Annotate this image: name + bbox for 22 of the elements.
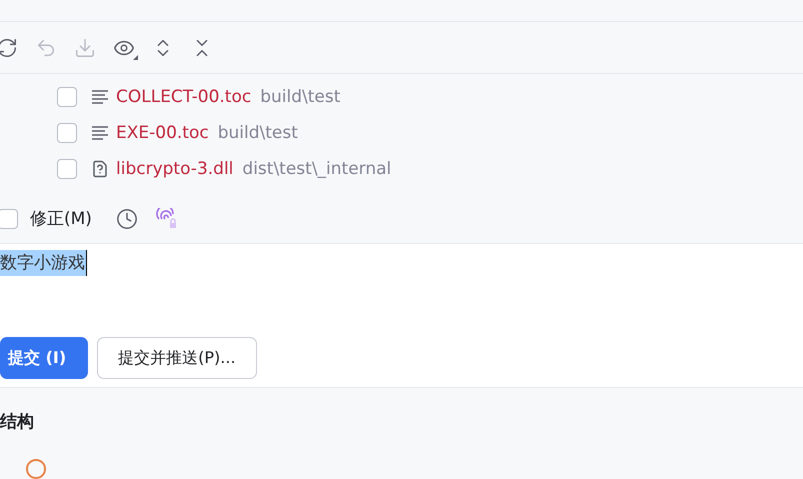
checkbox[interactable] xyxy=(57,159,77,179)
amend-checkbox[interactable] xyxy=(0,208,18,229)
commit-and-push-button[interactable]: 提交并推送(P)... xyxy=(97,337,257,380)
checkbox[interactable] xyxy=(57,123,77,143)
file-path: dist\test\_internal xyxy=(242,159,392,179)
checkbox[interactable] xyxy=(57,87,77,107)
spiral-lock-icon[interactable] xyxy=(156,208,178,230)
file-path: build\test xyxy=(218,123,298,143)
commit-message-field[interactable]: 数字小游戏 xyxy=(0,250,87,276)
refresh-button[interactable] xyxy=(0,36,18,59)
file-name[interactable]: COLLECT-00.toc xyxy=(116,87,252,107)
text-file-icon xyxy=(91,88,109,106)
section-title: 结构 xyxy=(0,411,35,434)
amend-label[interactable]: 修正(M) xyxy=(30,207,92,230)
file-name[interactable]: libcrypto-3.dll xyxy=(116,159,234,179)
file-path: build\test xyxy=(260,87,340,107)
circle-icon xyxy=(26,459,46,479)
text-file-icon xyxy=(91,124,109,142)
commit-button[interactable]: 提交 (I) xyxy=(0,337,88,380)
unknown-file-icon xyxy=(91,160,109,178)
file-name[interactable]: EXE-00.toc xyxy=(116,123,209,143)
clock-icon[interactable] xyxy=(116,208,138,230)
